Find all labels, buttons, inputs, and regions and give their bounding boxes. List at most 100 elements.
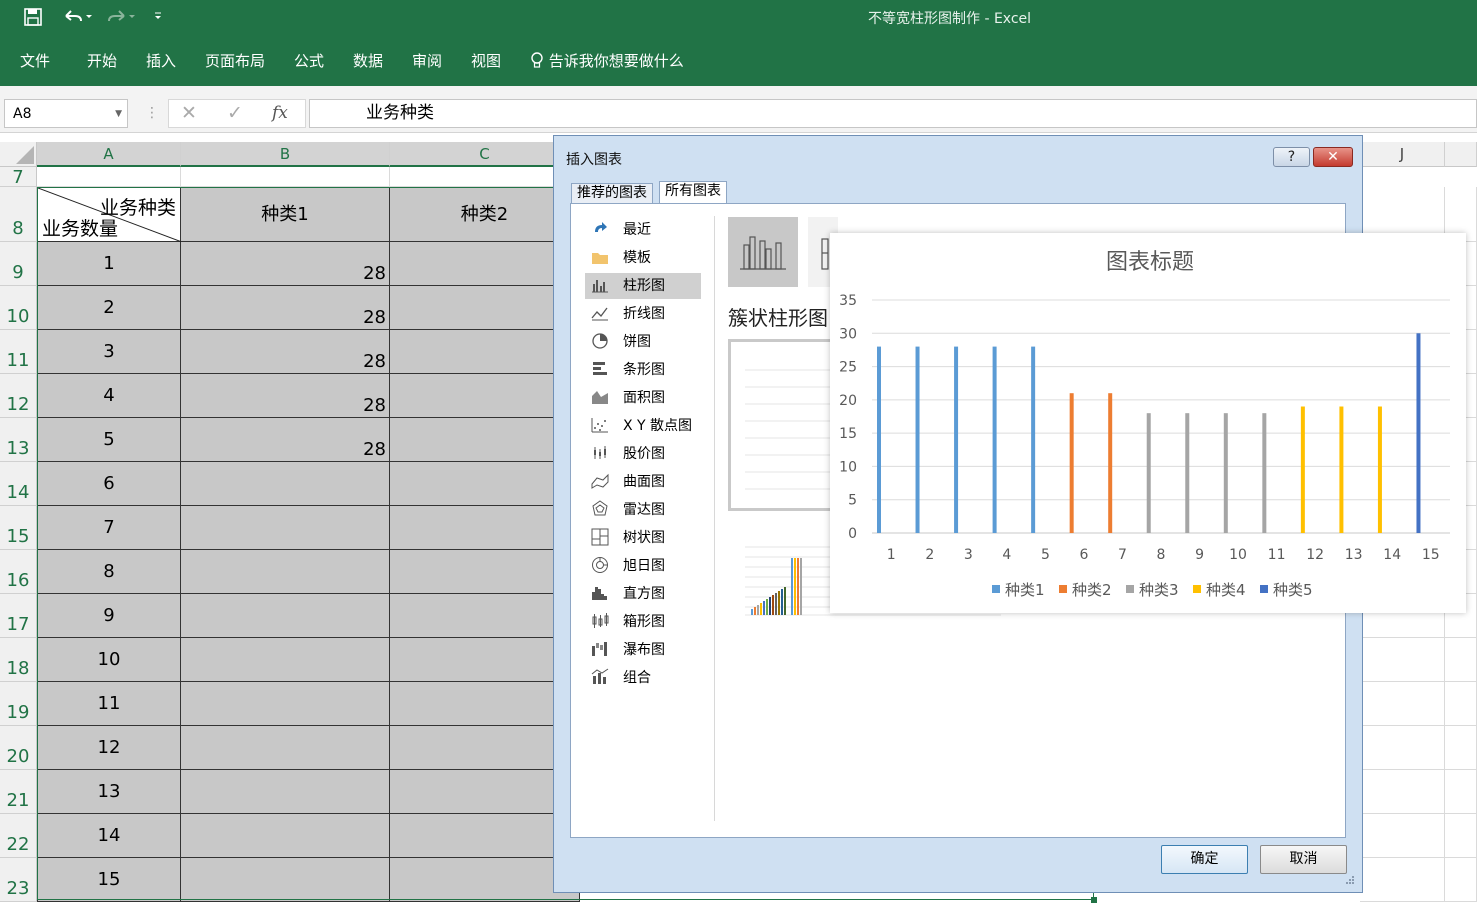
formula-input[interactable]: 业务种类: [309, 99, 1477, 128]
chart-category-histogram[interactable]: 直方图: [585, 581, 701, 607]
row-header-16[interactable]: 16: [0, 550, 37, 594]
clustered-column-subtype[interactable]: [728, 217, 798, 287]
cell-a8[interactable]: 业务种类 业务数量: [37, 187, 182, 243]
cell-b12[interactable]: 28: [181, 374, 390, 418]
bar-series-3[interactable]: [1223, 413, 1228, 533]
row-header-14[interactable]: 14: [0, 462, 37, 506]
bar-series-1[interactable]: [877, 346, 881, 533]
cell-j22[interactable]: [1360, 814, 1445, 858]
legend-label[interactable]: 种类5: [1273, 581, 1313, 599]
chart-category-surface[interactable]: 曲面图: [585, 469, 701, 495]
cell-b20[interactable]: [181, 726, 390, 770]
column-header-a[interactable]: A: [37, 142, 181, 167]
cell-j19[interactable]: [1360, 682, 1445, 726]
tab-view[interactable]: 视图: [471, 50, 501, 71]
customize-qat-icon[interactable]: [153, 6, 163, 28]
cell-b11[interactable]: 28: [181, 330, 390, 374]
cell-b8[interactable]: 种类1: [181, 187, 390, 242]
select-all-corner[interactable]: [0, 142, 37, 167]
tab-all-charts[interactable]: 所有图表: [659, 181, 727, 203]
cell-a11[interactable]: 3: [37, 330, 181, 374]
legend-label[interactable]: 种类4: [1206, 581, 1246, 599]
cell-a19[interactable]: 11: [37, 682, 181, 726]
tab-recommended-charts[interactable]: 推荐的图表: [571, 183, 653, 203]
row-header-21[interactable]: 21: [0, 770, 37, 814]
cell-c15[interactable]: [390, 506, 580, 550]
chart-title[interactable]: 图表标题: [1106, 250, 1194, 275]
row-header-15[interactable]: 15: [0, 506, 37, 550]
chart-category-radar[interactable]: 雷达图: [585, 497, 701, 523]
bar-series-4[interactable]: [1339, 406, 1344, 533]
bar-series-3[interactable]: [1262, 413, 1267, 533]
tab-review[interactable]: 审阅: [412, 50, 442, 71]
cell-k20[interactable]: [1445, 726, 1477, 770]
column-header-b[interactable]: B: [181, 142, 390, 167]
chart-category-pie[interactable]: 饼图: [585, 329, 701, 355]
chart-category-recent[interactable]: 最近: [585, 217, 701, 243]
chart-category-scatter[interactable]: X Y 散点图: [585, 413, 701, 439]
cell-c8[interactable]: 种类2: [390, 187, 580, 242]
legend-label[interactable]: 种类2: [1072, 581, 1112, 599]
cell-c10[interactable]: [390, 286, 580, 330]
help-button[interactable]: ?: [1273, 147, 1310, 167]
chart-category-bar[interactable]: 条形图: [585, 357, 701, 383]
cell-c12[interactable]: [390, 374, 580, 418]
column-header-j[interactable]: J: [1360, 142, 1445, 167]
enter-icon[interactable]: ✓: [227, 102, 243, 124]
cell-j20[interactable]: [1360, 726, 1445, 770]
chart-category-line[interactable]: 折线图: [585, 301, 701, 327]
cell-k23[interactable]: [1445, 858, 1477, 902]
cell-a10[interactable]: 2: [37, 286, 181, 330]
bar-series-1[interactable]: [1031, 346, 1036, 533]
cell-c22[interactable]: [390, 814, 580, 858]
cell-c9[interactable]: [390, 242, 580, 286]
cell-c7[interactable]: [390, 167, 580, 187]
cell-b14[interactable]: [181, 462, 390, 506]
cell-j18[interactable]: [1360, 638, 1445, 682]
cell-a23[interactable]: 15: [37, 858, 181, 902]
chart-category-column[interactable]: 柱形图: [585, 273, 701, 299]
cell-c21[interactable]: [390, 770, 580, 814]
resize-grip-icon[interactable]: [1343, 873, 1355, 885]
row-header-7[interactable]: 7: [0, 167, 37, 188]
ok-button[interactable]: 确定: [1161, 845, 1248, 874]
bar-series-5[interactable]: [1416, 333, 1421, 533]
cell-c14[interactable]: [390, 462, 580, 506]
legend-label[interactable]: 种类3: [1139, 581, 1179, 599]
cell-b21[interactable]: [181, 770, 390, 814]
bar-series-1[interactable]: [915, 346, 920, 533]
bar-series-2[interactable]: [1069, 393, 1074, 533]
cell-a20[interactable]: 12: [37, 726, 181, 770]
close-button[interactable]: ✕: [1313, 147, 1353, 167]
undo-icon[interactable]: [62, 8, 92, 30]
cell-a7[interactable]: [37, 167, 181, 187]
cell-k18[interactable]: [1445, 638, 1477, 682]
cell-c13[interactable]: [390, 418, 580, 462]
chart-category-sunburst[interactable]: 旭日图: [585, 553, 701, 579]
row-header-23[interactable]: 23: [0, 858, 37, 902]
cell-c19[interactable]: [390, 682, 580, 726]
chart-category-template[interactable]: 模板: [585, 245, 701, 271]
bar-series-3[interactable]: [1185, 413, 1190, 533]
tab-home[interactable]: 开始: [87, 50, 117, 71]
cell-c11[interactable]: [390, 330, 580, 374]
cell-a9[interactable]: 1: [37, 242, 181, 286]
save-icon[interactable]: [24, 8, 42, 30]
cell-b23[interactable]: [181, 858, 390, 902]
tab-page-layout[interactable]: 页面布局: [205, 50, 265, 71]
cell-j23[interactable]: [1360, 858, 1445, 902]
row-header-20[interactable]: 20: [0, 726, 37, 770]
cell-a15[interactable]: 7: [37, 506, 181, 550]
chart-category-waterfall[interactable]: 瀑布图: [585, 637, 701, 663]
cell-a21[interactable]: 13: [37, 770, 181, 814]
cell-b17[interactable]: [181, 594, 390, 638]
row-header-13[interactable]: 13: [0, 418, 37, 462]
row-header-17[interactable]: 17: [0, 594, 37, 638]
row-header-11[interactable]: 11: [0, 330, 37, 374]
bar-series-1[interactable]: [992, 346, 997, 533]
column-header-c[interactable]: C: [390, 142, 580, 167]
cell-a18[interactable]: 10: [37, 638, 181, 682]
cell-b13[interactable]: 28: [181, 418, 390, 462]
cell-c17[interactable]: [390, 594, 580, 638]
row-header-18[interactable]: 18: [0, 638, 37, 682]
